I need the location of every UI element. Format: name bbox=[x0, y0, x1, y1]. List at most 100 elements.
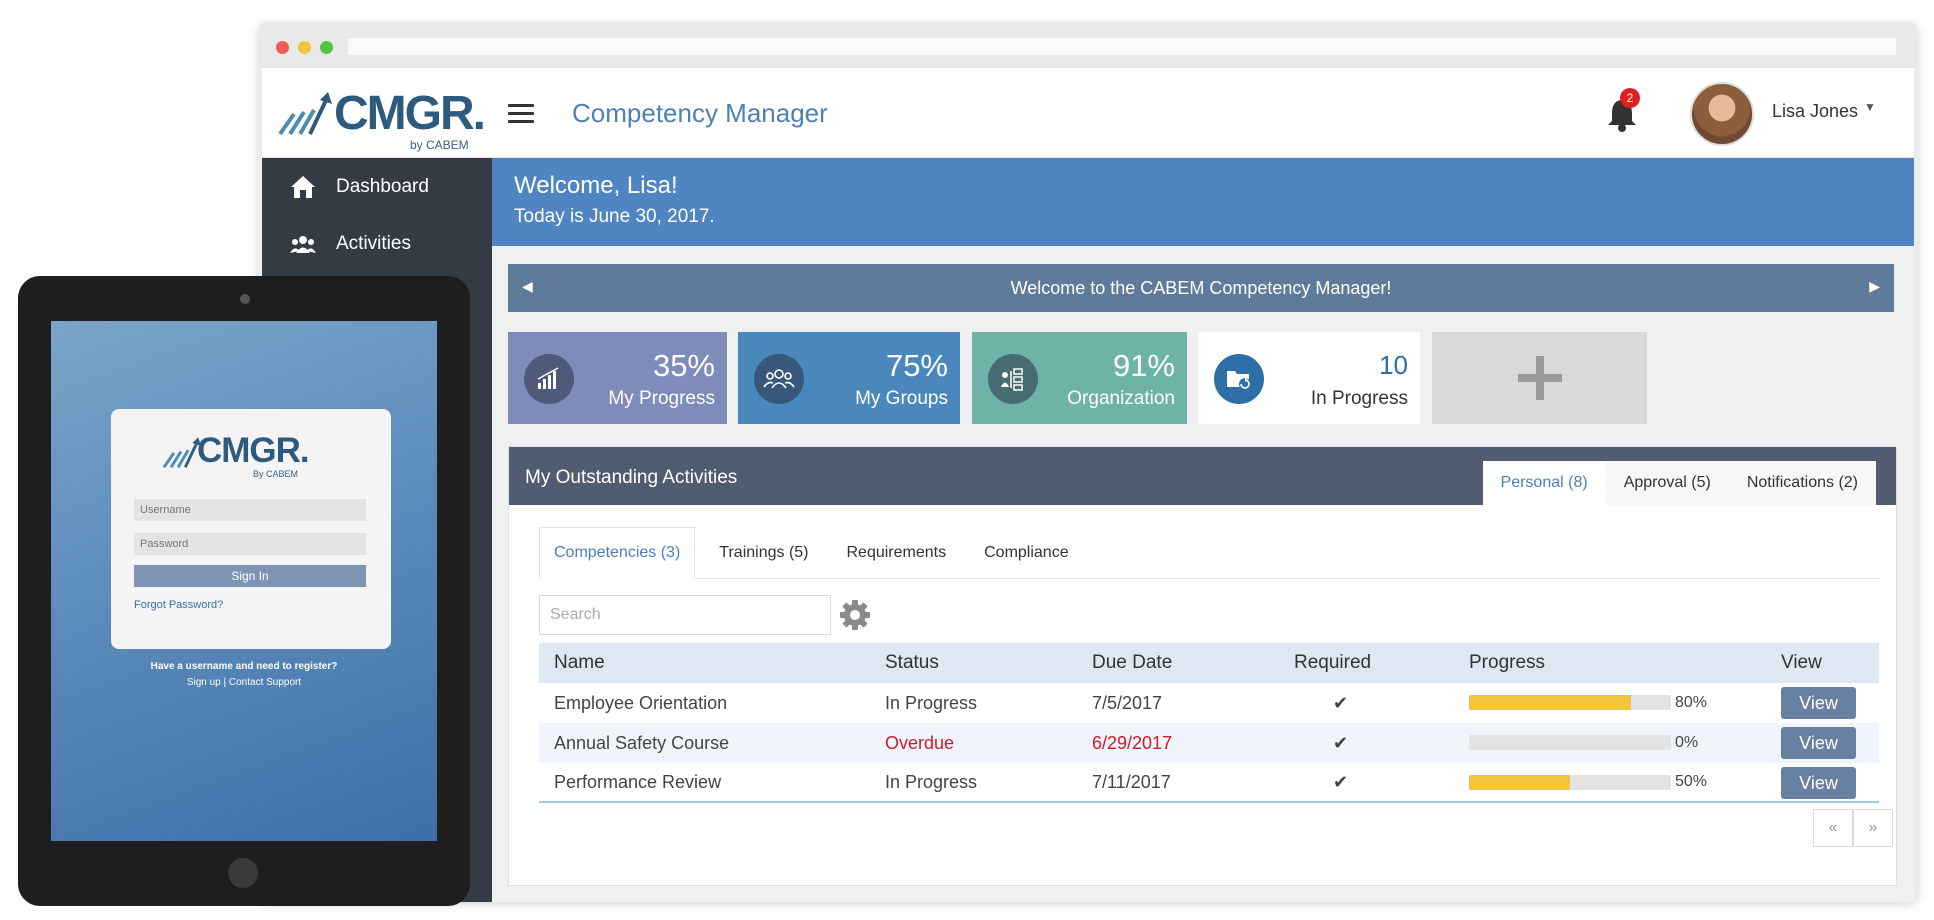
password-field[interactable] bbox=[134, 533, 366, 555]
sidebar-item-label: Dashboard bbox=[336, 175, 429, 197]
tile-label: In Progress bbox=[1310, 388, 1408, 409]
logo-mark-icon bbox=[162, 437, 201, 469]
panel-header: My Outstanding Activities Personal (8) A… bbox=[509, 447, 1896, 505]
cell-due-date: 6/29/2017 bbox=[1092, 732, 1173, 753]
sidebar-item-dashboard[interactable]: Dashboard bbox=[262, 158, 492, 215]
close-dot[interactable] bbox=[276, 41, 289, 54]
top-bar: CMGR. by CABEM Competency Manager 2 Lisa… bbox=[262, 68, 1914, 158]
add-tile-button[interactable] bbox=[1432, 332, 1647, 424]
panel-tabs: Personal (8) Approval (5) Notifications … bbox=[1482, 461, 1876, 505]
pagination: « » bbox=[1813, 809, 1893, 847]
checkmark-icon: ✔ bbox=[1333, 732, 1349, 753]
browser-chrome bbox=[258, 22, 1918, 68]
cell-name: Employee Orientation bbox=[554, 692, 728, 713]
group-icon bbox=[754, 354, 804, 404]
login-card: CMGR. By CABEM Sign In Forgot Password? bbox=[111, 409, 391, 649]
carousel-prev-icon[interactable]: ◀ bbox=[522, 278, 533, 295]
progress-bar bbox=[1469, 695, 1671, 710]
logo-text: CMGR. bbox=[334, 87, 486, 140]
cell-status: In Progress bbox=[885, 771, 978, 792]
forgot-password-link[interactable]: Forgot Password? bbox=[134, 599, 223, 611]
column-header-name[interactable]: Name bbox=[554, 652, 605, 674]
user-menu-caret-icon[interactable]: ▼ bbox=[1864, 100, 1876, 114]
gear-icon[interactable] bbox=[839, 599, 871, 631]
cell-name: Annual Safety Course bbox=[554, 732, 730, 753]
home-button[interactable] bbox=[228, 858, 258, 888]
register-links[interactable]: Sign up | Contact Support bbox=[51, 677, 437, 688]
sub-tabs: Competencies (3) Trainings (5) Requireme… bbox=[539, 527, 1879, 579]
home-icon bbox=[290, 175, 316, 199]
cell-name: Performance Review bbox=[554, 771, 722, 792]
menu-toggle-icon[interactable] bbox=[508, 104, 534, 124]
tab-trainings[interactable]: Trainings (5) bbox=[705, 527, 822, 578]
register-prompt: Have a username and need to register? bbox=[150, 661, 338, 672]
tile-organization[interactable]: 91% Organization bbox=[972, 332, 1187, 424]
user-name[interactable]: Lisa Jones bbox=[1772, 101, 1858, 122]
logo-subtitle: By CABEM bbox=[253, 469, 299, 479]
logo-subtitle: by CABEM bbox=[410, 138, 469, 152]
carousel-next-icon[interactable]: ▶ bbox=[1869, 278, 1880, 295]
tile-my-groups[interactable]: 75% My Groups bbox=[738, 332, 960, 424]
table-row: Performance Review In Progress 7/11/2017… bbox=[539, 763, 1879, 803]
column-header-due-date[interactable]: Due Date bbox=[1092, 652, 1172, 674]
sidebar-item-label: Activities bbox=[336, 232, 411, 254]
tile-in-progress[interactable]: 10 In Progress bbox=[1198, 332, 1420, 424]
view-button[interactable]: View bbox=[1781, 727, 1856, 759]
prev-page-button[interactable]: « bbox=[1813, 809, 1853, 847]
carousel-message: Welcome to the CABEM Competency Manager! bbox=[1010, 277, 1392, 298]
tile-value: 10 bbox=[1379, 350, 1408, 380]
app: CMGR. by CABEM Competency Manager 2 Lisa… bbox=[262, 68, 1914, 902]
cell-progress-percent: 0% bbox=[1675, 734, 1699, 751]
view-button[interactable]: View bbox=[1781, 767, 1856, 799]
tab-requirements[interactable]: Requirements bbox=[833, 527, 961, 578]
announcement-carousel: ◀ Welcome to the CABEM Competency Manage… bbox=[508, 264, 1894, 312]
next-page-button[interactable]: » bbox=[1853, 809, 1893, 847]
tab-approval[interactable]: Approval (5) bbox=[1606, 461, 1729, 505]
tab-competencies[interactable]: Competencies (3) bbox=[539, 527, 696, 579]
logo-text: CMGR. bbox=[197, 431, 310, 470]
org-icon bbox=[988, 354, 1038, 404]
camera-icon bbox=[240, 294, 250, 304]
cell-progress-percent: 80% bbox=[1675, 694, 1708, 711]
outstanding-activities-panel: My Outstanding Activities Personal (8) A… bbox=[508, 446, 1897, 886]
column-header-view: View bbox=[1781, 652, 1822, 673]
sign-in-button[interactable]: Sign In bbox=[134, 565, 366, 587]
search-input[interactable] bbox=[539, 595, 831, 635]
table-row: Annual Safety Course Overdue 6/29/2017 ✔… bbox=[539, 723, 1879, 763]
logo-mark-icon bbox=[278, 92, 332, 136]
tab-notifications[interactable]: Notifications (2) bbox=[1729, 461, 1876, 505]
tile-label: Organization bbox=[1067, 388, 1175, 409]
maximize-dot[interactable] bbox=[320, 41, 333, 54]
address-bar[interactable] bbox=[348, 38, 1896, 55]
tablet-screen: CMGR. By CABEM Sign In Forgot Password? … bbox=[51, 321, 437, 841]
table-header: Name Status Due Date Required Progress V… bbox=[539, 643, 1879, 683]
column-header-status[interactable]: Status bbox=[885, 652, 939, 674]
main-content: Welcome, Lisa! Today is June 30, 2017. ◀… bbox=[492, 158, 1914, 902]
logo[interactable]: CMGR. by CABEM bbox=[276, 86, 486, 152]
username-field[interactable] bbox=[134, 499, 366, 521]
app-title: Competency Manager bbox=[572, 98, 828, 128]
sidebar-item-activities[interactable]: Activities bbox=[262, 215, 492, 272]
tab-personal[interactable]: Personal (8) bbox=[1482, 461, 1606, 505]
notification-badge: 2 bbox=[1620, 88, 1640, 108]
progress-bar-fill bbox=[1469, 775, 1570, 790]
view-button[interactable]: View bbox=[1781, 687, 1856, 719]
progress-bar bbox=[1469, 775, 1671, 790]
avatar[interactable] bbox=[1690, 82, 1754, 146]
progress-bar-fill bbox=[1469, 695, 1631, 710]
panel-title: My Outstanding Activities bbox=[525, 467, 738, 488]
column-header-required[interactable]: Required bbox=[1294, 652, 1371, 674]
column-header-progress[interactable]: Progress bbox=[1469, 652, 1545, 674]
minimize-dot[interactable] bbox=[298, 41, 311, 54]
welcome-date: Today is June 30, 2017. bbox=[514, 206, 715, 227]
table-row: Employee Orientation In Progress 7/5/201… bbox=[539, 683, 1879, 723]
chart-icon bbox=[524, 354, 574, 404]
tile-my-progress[interactable]: 35% My Progress bbox=[508, 332, 727, 424]
cell-status: In Progress bbox=[885, 692, 978, 713]
login-logo: CMGR. By CABEM bbox=[161, 431, 341, 481]
checkmark-icon: ✔ bbox=[1333, 692, 1349, 713]
tab-compliance[interactable]: Compliance bbox=[970, 527, 1082, 578]
tile-value: 91% bbox=[1112, 348, 1175, 383]
folder-refresh-icon bbox=[1214, 354, 1264, 404]
users-icon bbox=[290, 234, 316, 254]
